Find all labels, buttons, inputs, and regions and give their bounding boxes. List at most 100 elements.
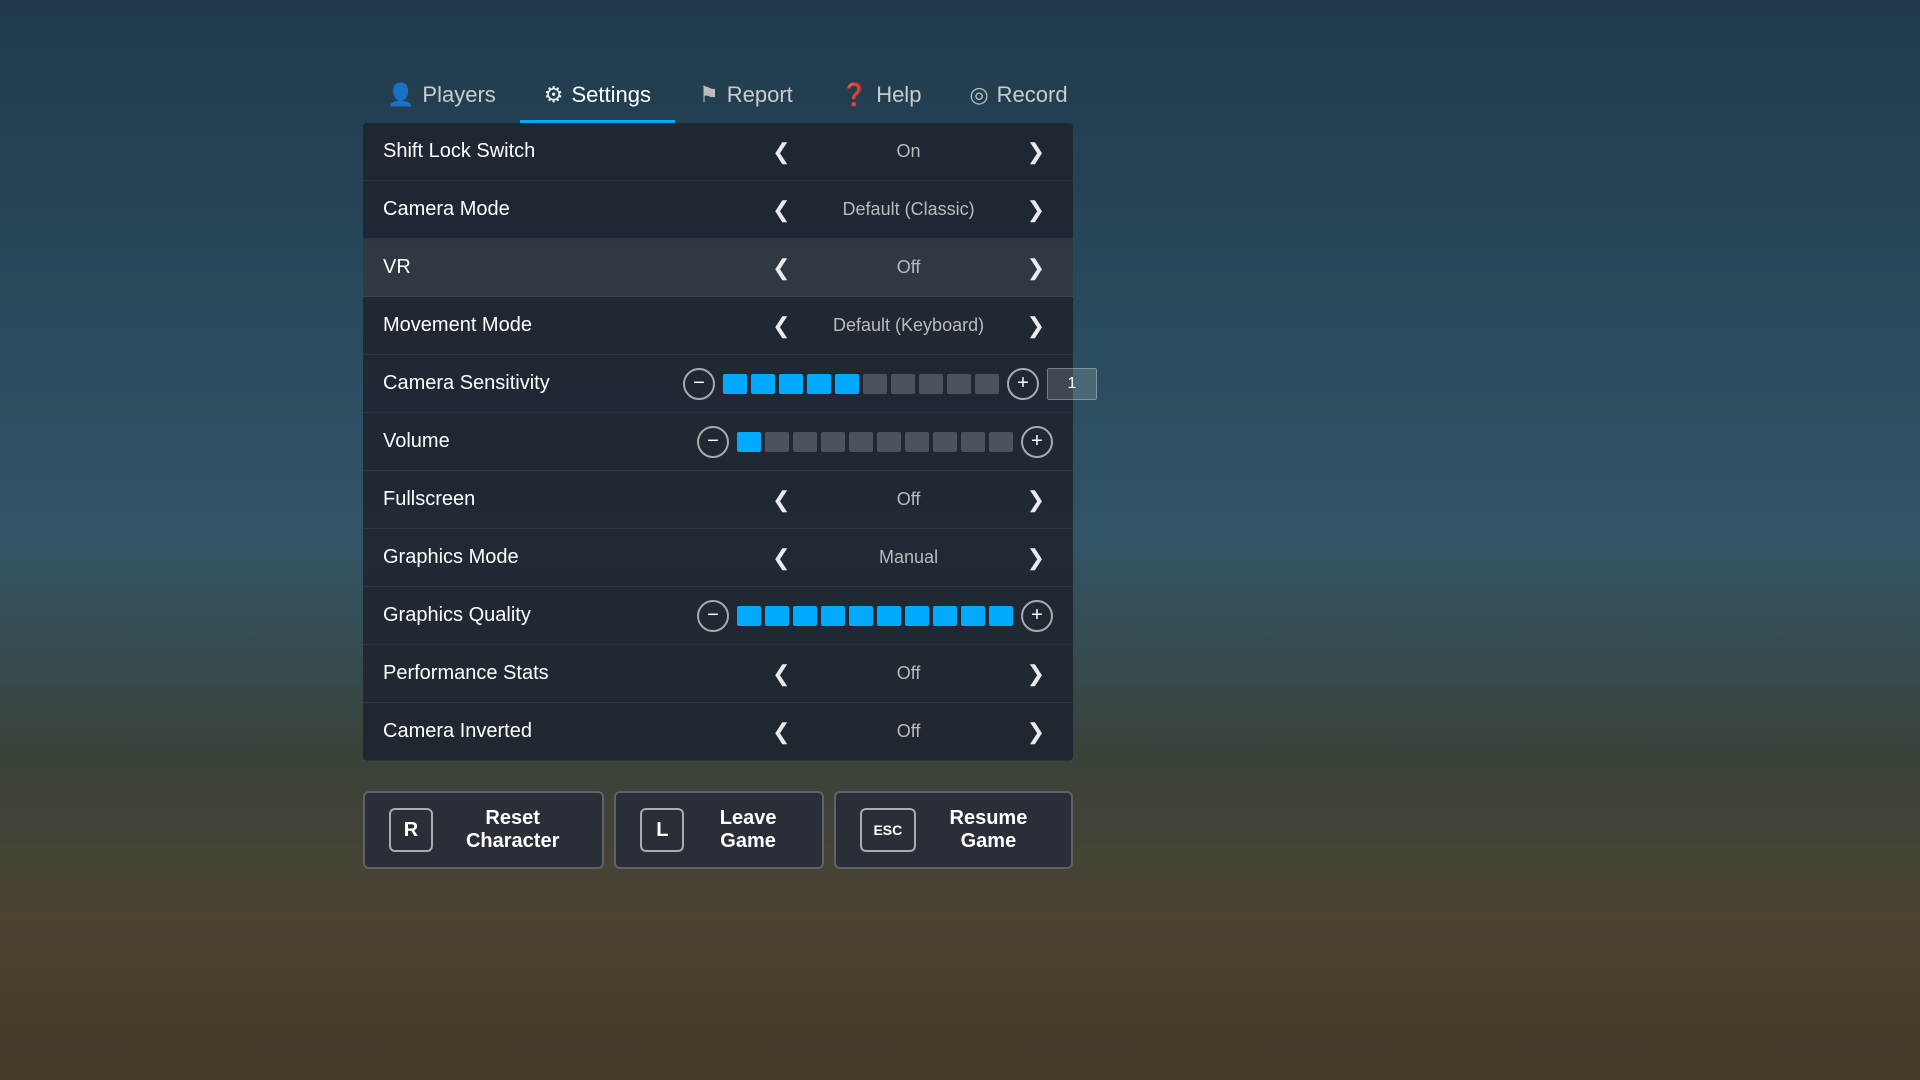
bar-2 [751,374,775,394]
bar-10 [975,374,999,394]
fullscreen-control: ❮ Off ❯ [683,483,1053,517]
players-icon: 👤 [387,82,414,108]
vol-bar-8 [933,432,957,452]
camera-sensitivity-slider: − + [683,368,1097,400]
vol-bar-4 [821,432,845,452]
setting-camera-sensitivity: Camera Sensitivity − + [363,355,1073,413]
sensitivity-bars [723,374,999,394]
volume-slider: − + [683,426,1053,458]
graphics-mode-control: ❮ Manual ❯ [683,541,1053,575]
graphics-mode-right[interactable]: ❯ [1019,541,1053,575]
camera-mode-left[interactable]: ❮ [764,193,798,227]
vol-bar-5 [849,432,873,452]
sensitivity-plus[interactable]: + [1007,368,1039,400]
perf-left[interactable]: ❮ [764,657,798,691]
reset-key-badge: R [389,808,433,852]
setting-volume: Volume − + [363,413,1073,471]
gq-bar-5 [849,606,873,626]
vol-bar-9 [961,432,985,452]
gq-bar-4 [821,606,845,626]
bottom-buttons: R Reset Character L Leave Game ESC Resum… [363,791,1073,869]
vr-right[interactable]: ❯ [1019,251,1053,285]
perf-right[interactable]: ❯ [1019,657,1053,691]
gq-bar-2 [765,606,789,626]
setting-graphics-quality: Graphics Quality − + [363,587,1073,645]
tabs-bar: 👤 Players ⚙ Settings ⚑ Report ❓ Help ◎ R… [363,70,1073,123]
cam-inv-left[interactable]: ❮ [764,715,798,749]
bar-9 [947,374,971,394]
bar-6 [863,374,887,394]
gq-bar-3 [793,606,817,626]
volume-bars [737,432,1013,452]
sensitivity-minus[interactable]: − [683,368,715,400]
gq-bar-10 [989,606,1013,626]
setting-fullscreen: Fullscreen ❮ Off ❯ [363,471,1073,529]
leave-label: Leave Game [698,807,798,853]
tab-record[interactable]: ◎ Record [945,70,1091,123]
movement-left[interactable]: ❮ [764,309,798,343]
tab-settings[interactable]: ⚙ Settings [520,70,675,123]
vr-left[interactable]: ❮ [764,251,798,285]
setting-vr: VR ❮ Off ❯ [363,239,1073,297]
gq-bar-9 [961,606,985,626]
settings-icon: ⚙ [544,82,564,108]
vol-bar-1 [737,432,761,452]
movement-right[interactable]: ❯ [1019,309,1053,343]
resume-label: Resume Game [930,807,1047,853]
help-icon: ❓ [841,82,868,108]
gq-bar-1 [737,606,761,626]
gq-minus[interactable]: − [697,600,729,632]
resume-game-button[interactable]: ESC Resume Game [834,791,1073,869]
leave-game-button[interactable]: L Leave Game [614,791,824,869]
volume-plus[interactable]: + [1021,426,1053,458]
settings-list: Shift Lock Switch ❮ On ❯ Camera Mode ❮ D… [363,123,1073,761]
fullscreen-right[interactable]: ❯ [1019,483,1053,517]
tab-help[interactable]: ❓ Help [817,70,946,123]
gq-plus[interactable]: + [1021,600,1053,632]
vr-control: ❮ Off ❯ [683,251,1053,285]
tab-players[interactable]: 👤 Players [363,70,520,123]
bar-3 [779,374,803,394]
bar-7 [891,374,915,394]
volume-minus[interactable]: − [697,426,729,458]
camera-mode-right[interactable]: ❯ [1019,193,1053,227]
setting-camera-mode: Camera Mode ❮ Default (Classic) ❯ [363,181,1073,239]
report-icon: ⚑ [699,82,719,108]
shift-lock-left[interactable]: ❮ [764,135,798,169]
menu-panel: 👤 Players ⚙ Settings ⚑ Report ❓ Help ◎ R… [363,70,1073,869]
record-icon: ◎ [969,82,988,108]
leave-key-badge: L [640,808,684,852]
reset-label: Reset Character [447,807,578,853]
graphics-mode-left[interactable]: ❮ [764,541,798,575]
perf-stats-control: ❮ Off ❯ [683,657,1053,691]
vol-bar-3 [793,432,817,452]
cam-inv-right[interactable]: ❯ [1019,715,1053,749]
bar-8 [919,374,943,394]
gq-bar-6 [877,606,901,626]
sensitivity-input[interactable] [1047,368,1097,400]
tab-report[interactable]: ⚑ Report [675,70,817,123]
graphics-quality-slider: − + [683,600,1053,632]
setting-movement-mode: Movement Mode ❮ Default (Keyboard) ❯ [363,297,1073,355]
shift-lock-control: ❮ On ❯ [683,135,1053,169]
fullscreen-left[interactable]: ❮ [764,483,798,517]
gq-bars [737,606,1013,626]
cam-inv-control: ❮ Off ❯ [683,715,1053,749]
reset-character-button[interactable]: R Reset Character [363,791,604,869]
setting-camera-inverted: Camera Inverted ❮ Off ❯ [363,703,1073,761]
vol-bar-6 [877,432,901,452]
resume-key-badge: ESC [860,808,916,852]
shift-lock-right[interactable]: ❯ [1019,135,1053,169]
setting-performance-stats: Performance Stats ❮ Off ❯ [363,645,1073,703]
vol-bar-7 [905,432,929,452]
gq-bar-8 [933,606,957,626]
bar-5 [835,374,859,394]
movement-mode-control: ❮ Default (Keyboard) ❯ [683,309,1053,343]
bar-1 [723,374,747,394]
setting-shift-lock: Shift Lock Switch ❮ On ❯ [363,123,1073,181]
setting-graphics-mode: Graphics Mode ❮ Manual ❯ [363,529,1073,587]
vol-bar-10 [989,432,1013,452]
gq-bar-7 [905,606,929,626]
bar-4 [807,374,831,394]
vol-bar-2 [765,432,789,452]
